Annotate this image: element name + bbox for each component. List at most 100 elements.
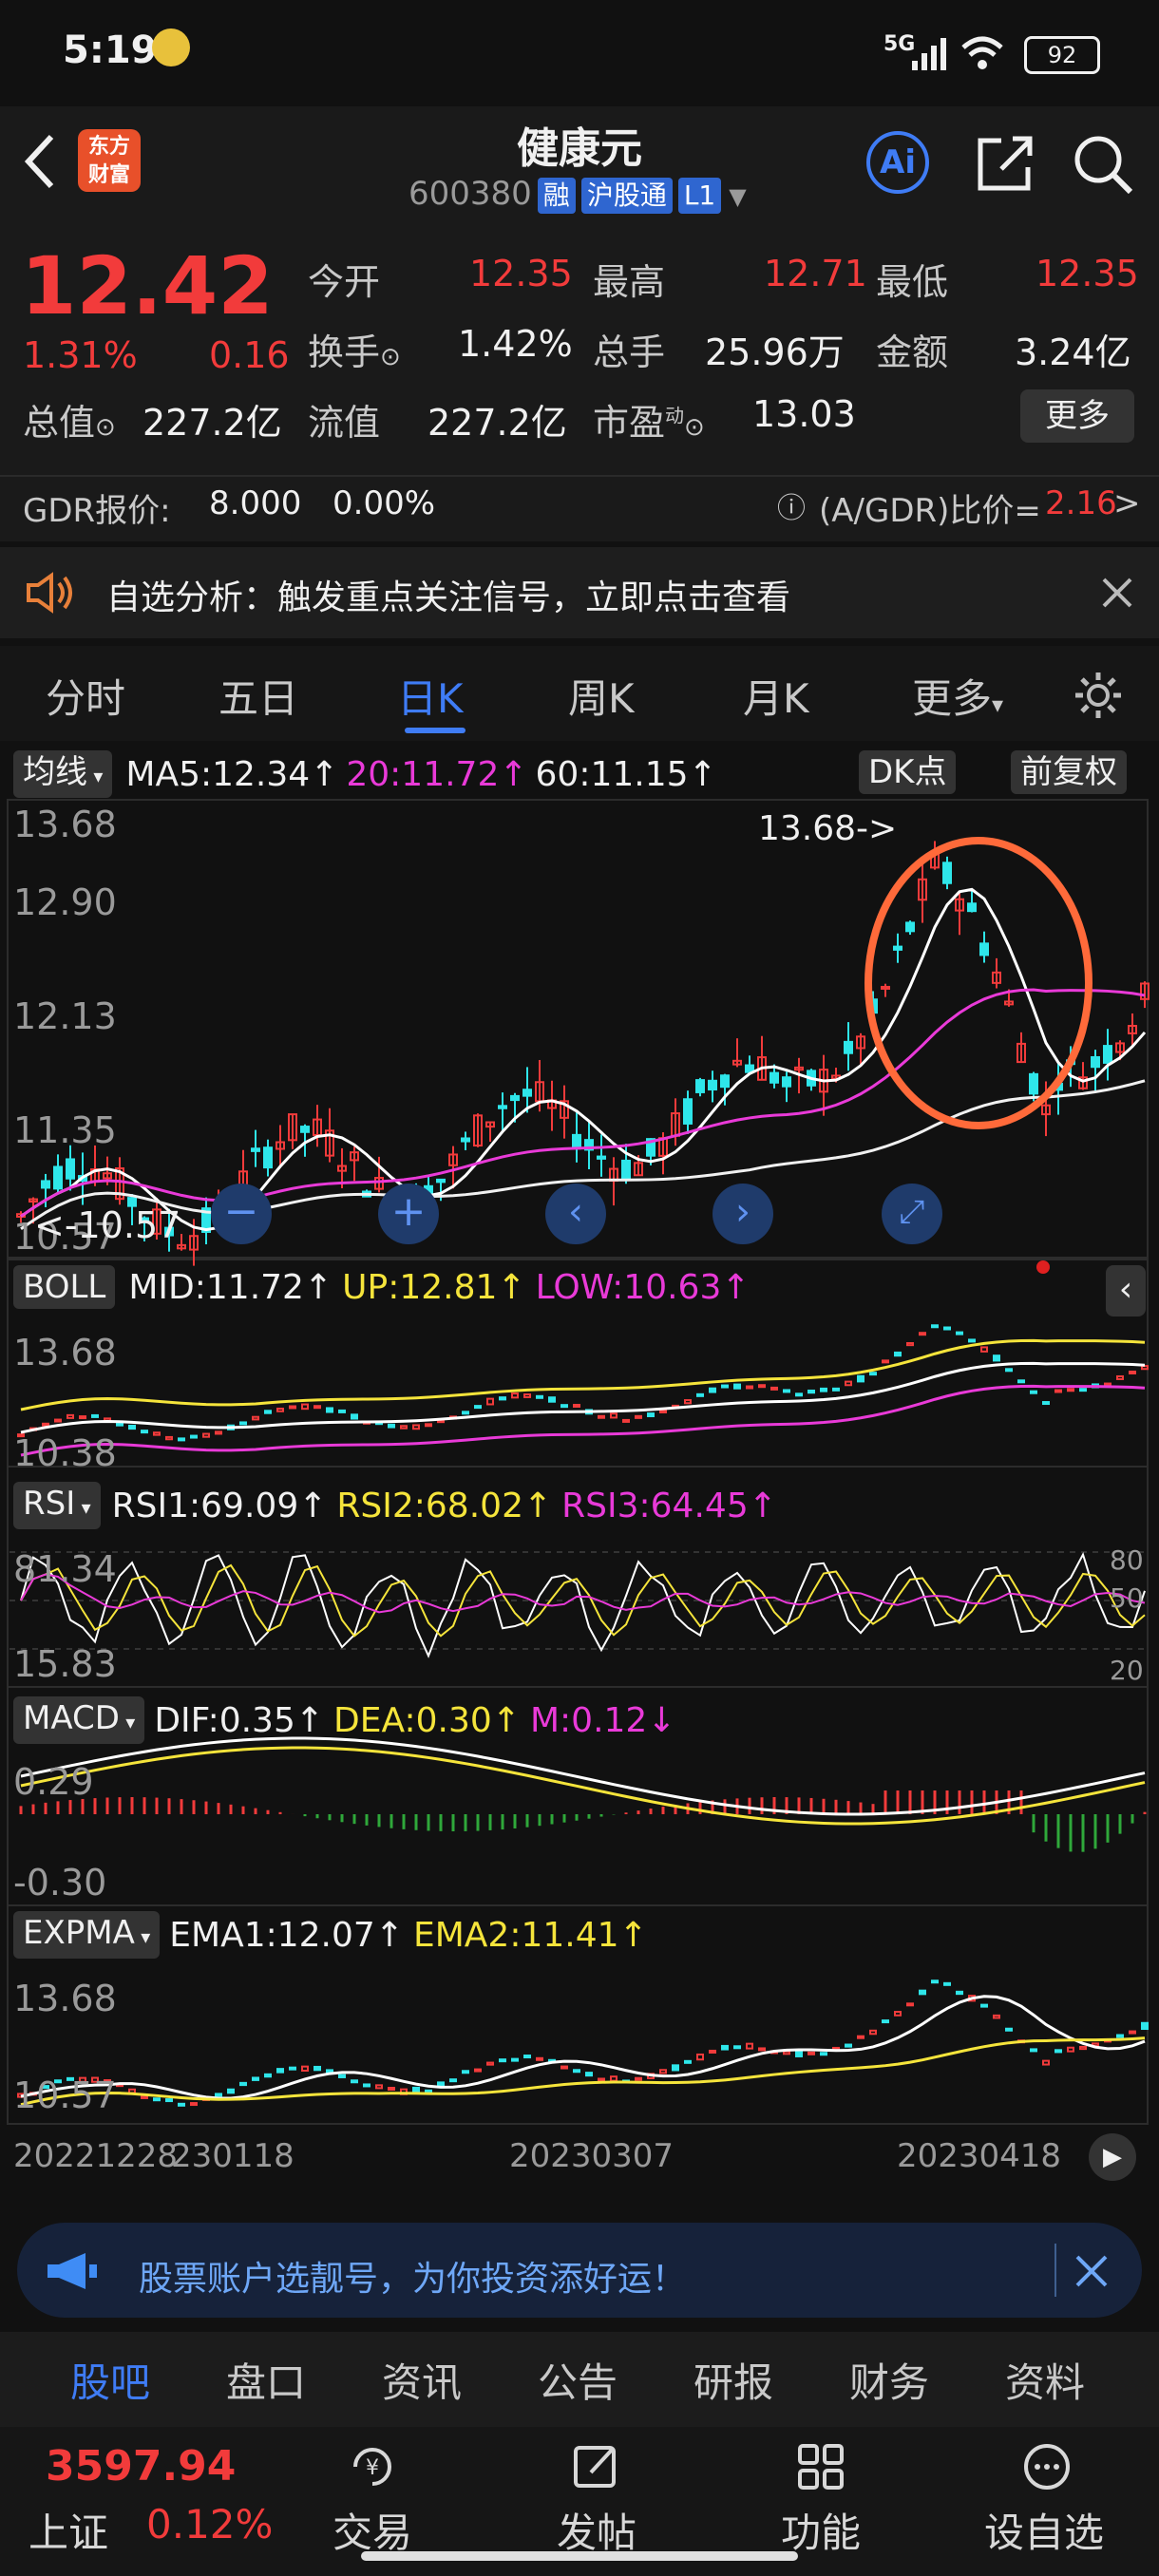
index-name[interactable]: 上证 [28,2501,108,2559]
boll-low: LOW:10.63 [535,1267,722,1307]
boll-candle [276,1407,284,1412]
pe-label: 市盈动⊙ [593,402,705,444]
candle-body [597,1155,606,1160]
boll-candle [733,1383,741,1390]
gdr-percent: 0.00% [332,484,436,522]
tab-daily-k[interactable]: 日K [397,667,464,725]
index-value[interactable]: 3597.94 [46,2442,236,2491]
expma-panel-header: EXPMA ▾ EMA1:12.07 ↑ EMA2:11.41 ↑ [13,1911,648,1959]
close-icon[interactable] [1074,2253,1110,2289]
share-icon[interactable] [973,131,1037,196]
boll-candle [980,1346,988,1353]
adjust-mode-button[interactable]: 前复权 [1011,750,1127,794]
collapse-panel-button[interactable]: ‹ [1106,1265,1146,1316]
candle-body [1103,1045,1112,1064]
tab-research[interactable]: 研报 [694,2351,773,2409]
expma-candle [820,2052,827,2056]
expma-candle [474,2068,482,2073]
tab-weekly-k[interactable]: 周K [568,667,635,725]
expma-candle [721,2044,729,2051]
macd-y-top: 0.29 [13,1761,94,1803]
boll-candle [128,1424,136,1430]
indicator-selector-boll[interactable]: BOLL [13,1265,116,1309]
indicator-selector-rsi[interactable]: RSI ▾ [13,1482,101,1529]
functions-label[interactable]: 功能 [781,2501,861,2559]
boll-candle [215,1430,222,1435]
notice-bar[interactable]: 自选分析：触发重点关注信号，立即点击查看 [0,547,1159,638]
expma-candle [363,2083,370,2088]
tab-intraday[interactable]: 分时 [46,667,125,725]
expma-candle [993,2014,1000,2019]
kline-chart-svg[interactable] [0,741,1159,2213]
boll-candle [153,1431,161,1436]
scroll-left-button[interactable]: ‹ [545,1184,606,1244]
expma-candle [919,1989,926,1996]
svg-text:¥: ¥ [366,2456,379,2480]
candle-body [695,1079,705,1093]
boll-candle [190,1434,198,1439]
expma-candle [943,1981,951,1986]
ma20-line [20,988,1146,1218]
fullscreen-button[interactable]: ⤢ [882,1184,942,1244]
indicator-selector-ma[interactable]: 均线 ▾ [13,750,113,798]
chevron-right-icon[interactable]: > [1113,484,1141,522]
play-icon[interactable]: ▶ [1089,2133,1136,2181]
boll-candle [956,1331,963,1335]
tab-announcements[interactable]: 公告 [538,2351,618,2409]
zoom-out-button[interactable]: − [211,1184,272,1244]
indicator-selector-expma[interactable]: EXPMA ▾ [13,1911,161,1959]
boll-candle [511,1392,519,1399]
tab-finance[interactable]: 财务 [849,2351,929,2409]
trade-icon[interactable]: ¥ [346,2440,399,2493]
open-value: 12.35 [469,253,573,294]
search-icon[interactable] [1072,133,1134,196]
ai-button[interactable]: Ai [866,131,929,194]
trade-label[interactable]: 交易 [332,2501,412,2559]
boll-candle [165,1435,173,1441]
expma-candle [882,2019,889,2024]
functions-grid-icon[interactable] [794,2440,847,2493]
change-amount: 0.16 [209,334,290,376]
add-watchlist-label[interactable]: 设自选 [984,2501,1104,2559]
date-label: 230118 [171,2137,294,2175]
expma-candle [560,2065,568,2070]
candle-body [782,1076,791,1088]
close-icon[interactable] [1098,574,1136,612]
boll-candle [42,1422,49,1427]
post-icon[interactable] [570,2440,623,2493]
scroll-right-button[interactable]: › [712,1184,773,1244]
tab-monthly-k[interactable]: 月K [743,667,809,725]
tab-orderbook[interactable]: 盘口 [226,2351,306,2409]
boll-candle [943,1326,951,1331]
chart-area[interactable]: 均线 ▾ MA5:12.34 ↑ 20:11.72 ↑ 60:11.15 ↑ DK点 … [0,741,1159,2213]
more-button[interactable]: 更多 [1020,389,1134,443]
tab-five-day[interactable]: 五日 [218,667,298,725]
boll-candle [264,1410,272,1414]
zoom-in-button[interactable]: + [378,1184,439,1244]
boll-candle [1030,1390,1037,1394]
dropdown-icon[interactable]: ▼ [729,183,746,210]
candle-body [979,942,989,957]
promo-banner[interactable]: 股票账户选靓号，为你投资添好运！ [17,2223,1142,2318]
high-marker: 13.68-> [758,809,898,848]
indicator-selector-macd[interactable]: MACD ▾ [13,1696,145,1744]
settings-gear-icon[interactable] [1072,669,1125,722]
boll-candle [289,1405,296,1410]
ma20-value: 20:11.72 [346,754,500,794]
candle-body [510,1094,520,1102]
dk-point-button[interactable]: DK点 [859,750,957,794]
watchlist-more-icon[interactable] [1020,2440,1074,2493]
tab-guba[interactable]: 股吧 [70,2351,150,2409]
index-change: 0.12% [146,2501,274,2548]
ma5-value: MA5:12.34 [125,754,311,794]
boll-y-bottom: 10.38 [13,1432,117,1474]
expma-candle [869,2029,877,2036]
help-icon[interactable]: ⓘ [777,484,806,526]
stock-code: 600380 [408,175,532,213]
rsi-level-20: 20 [1110,1655,1144,1686]
expma-candle [227,2088,235,2094]
tab-news[interactable]: 资讯 [382,2351,462,2409]
post-label[interactable]: 发帖 [557,2501,636,2559]
tab-profile[interactable]: 资料 [1005,2351,1085,2409]
tab-more[interactable]: 更多▾ [912,667,1003,725]
